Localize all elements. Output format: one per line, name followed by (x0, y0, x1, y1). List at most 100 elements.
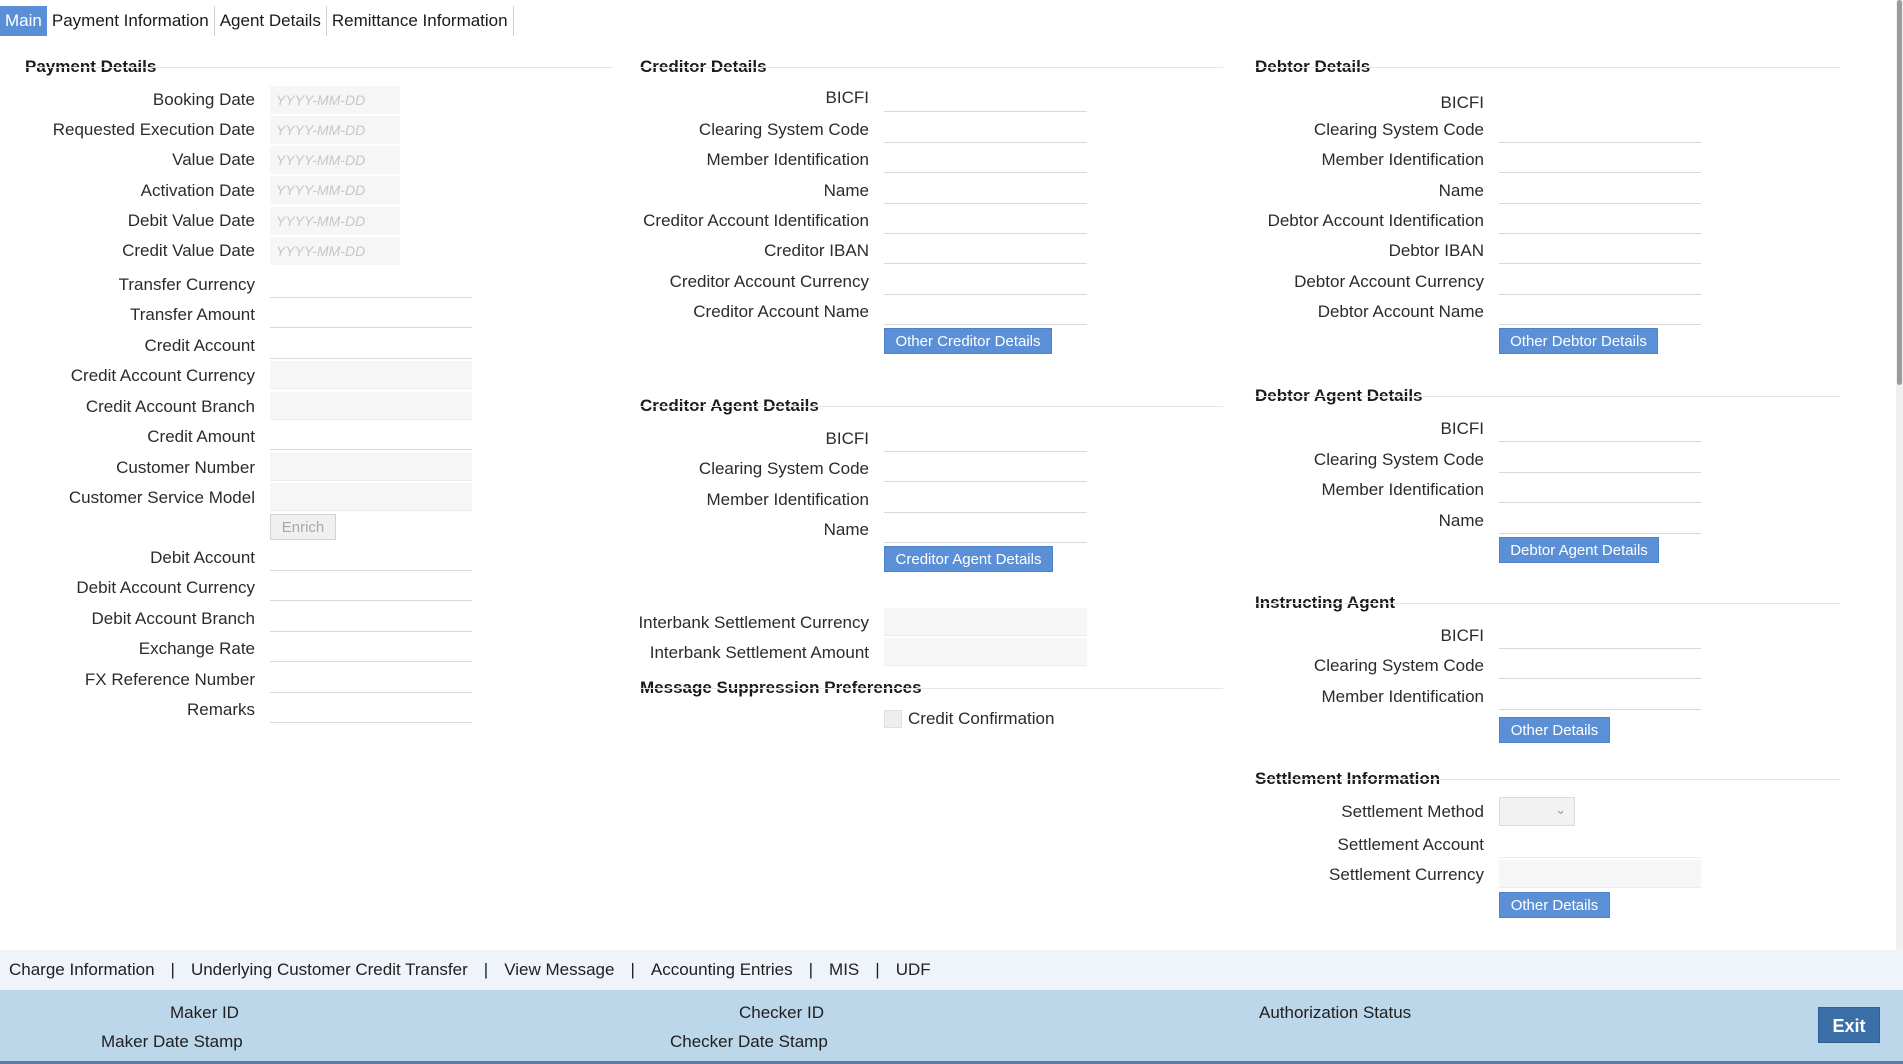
credit-value-date-input[interactable] (270, 237, 400, 265)
settlement-account-input[interactable] (1499, 830, 1701, 858)
debtor-account-identification-label: Debtor Account Identification (1267, 211, 1484, 230)
credit-confirmation-checkbox[interactable] (884, 710, 902, 728)
remarks-input[interactable] (270, 695, 472, 723)
debtor-clearing-system-code-input[interactable] (1499, 115, 1701, 143)
creditor-account-name-input[interactable] (884, 297, 1087, 325)
debtor-bicfi-input[interactable] (1499, 88, 1701, 116)
credit-value-date-label: Credit Value Date (122, 241, 255, 260)
debit-account-branch-label: Debit Account Branch (91, 609, 255, 628)
settlement-other-details-button[interactable]: Other Details (1499, 892, 1610, 918)
debtor-agent-name-input[interactable] (1499, 506, 1701, 534)
interbank-settlement-currency-input[interactable] (884, 608, 1087, 636)
creditor-account-currency-label: Creditor Account Currency (669, 272, 869, 291)
creditor-agent-clearing-system-code-input[interactable] (884, 454, 1087, 482)
credit-account-input[interactable] (270, 331, 472, 359)
activation-date-input[interactable] (270, 176, 400, 204)
debit-account-input[interactable] (270, 543, 472, 571)
instructing-agent-member-identification-input[interactable] (1499, 682, 1701, 710)
creditor-account-identification-label: Creditor Account Identification (643, 211, 869, 230)
creditor-agent-member-identification-label: Member Identification (706, 490, 869, 509)
creditor-bicfi-input[interactable] (884, 84, 1087, 112)
creditor-iban-input[interactable] (884, 236, 1087, 264)
tab-agent-details[interactable]: Agent Details (215, 6, 327, 36)
creditor-bicfi-label: BICFI (825, 88, 869, 107)
interbank-settlement-amount-label: Interbank Settlement Amount (649, 643, 869, 662)
booking-date-input[interactable] (270, 86, 400, 114)
link-separator: | (170, 960, 175, 979)
tab-bar: Main Payment Information Agent Details R… (0, 6, 514, 36)
debtor-agent-bicfi-input[interactable] (1499, 414, 1701, 442)
requested-execution-date-input[interactable] (270, 116, 400, 144)
transfer-amount-input[interactable] (270, 300, 472, 328)
link-separator: | (483, 960, 489, 979)
debtor-account-identification-input[interactable] (1499, 206, 1701, 234)
instructing-agent-other-details-button[interactable]: Other Details (1499, 717, 1610, 743)
debit-account-branch-input[interactable] (270, 604, 472, 632)
exchange-rate-input[interactable] (270, 634, 472, 662)
creditor-clearing-system-code-input[interactable] (884, 115, 1087, 143)
fx-reference-number-input[interactable] (270, 665, 472, 693)
debtor-name-input[interactable] (1499, 176, 1701, 204)
debtor-agent-member-identification-input[interactable] (1499, 475, 1701, 503)
creditor-account-currency-input[interactable] (884, 267, 1087, 295)
vertical-scrollbar[interactable] (1896, 0, 1903, 955)
udf-link[interactable]: UDF (896, 960, 931, 980)
settlement-method-select[interactable]: ⌄ (1499, 797, 1575, 826)
charge-information-link[interactable]: Charge Information (9, 960, 155, 980)
tab-remittance-information[interactable]: Remittance Information (327, 6, 514, 36)
other-debtor-details-button[interactable]: Other Debtor Details (1499, 328, 1658, 354)
transfer-currency-input[interactable] (270, 270, 472, 298)
mis-link[interactable]: MIS (829, 960, 859, 980)
section-divider (1255, 603, 1840, 604)
debtor-member-identification-input[interactable] (1499, 145, 1701, 173)
creditor-member-identification-input[interactable] (884, 145, 1087, 173)
link-separator: | (808, 960, 814, 979)
underlying-customer-credit-transfer-link[interactable]: Underlying Customer Credit Transfer (191, 960, 468, 980)
instructing-agent-clearing-system-code-input[interactable] (1499, 651, 1701, 679)
creditor-agent-name-input[interactable] (884, 515, 1087, 543)
enrich-button[interactable]: Enrich (270, 514, 336, 540)
scrollbar-thumb[interactable] (1897, 0, 1902, 385)
view-message-link[interactable]: View Message (504, 960, 614, 980)
section-divider (640, 406, 1223, 407)
debtor-account-name-input[interactable] (1499, 297, 1701, 325)
debtor-clearing-system-code-label: Clearing System Code (1313, 120, 1484, 139)
credit-account-branch-input[interactable] (270, 392, 472, 420)
exit-button[interactable]: Exit (1818, 1007, 1880, 1043)
creditor-clearing-system-code-label: Clearing System Code (698, 120, 869, 139)
settlement-currency-input[interactable] (1499, 860, 1701, 888)
debtor-agent-details-button[interactable]: Debtor Agent Details (1499, 537, 1659, 563)
section-divider (1255, 779, 1840, 780)
customer-service-model-input[interactable] (270, 483, 472, 511)
exchange-rate-label: Exchange Rate (138, 639, 255, 658)
credit-account-currency-input[interactable] (270, 361, 472, 389)
other-creditor-details-button[interactable]: Other Creditor Details (884, 328, 1052, 354)
requested-execution-date-label: Requested Execution Date (52, 120, 255, 139)
tab-payment-information[interactable]: Payment Information (47, 6, 215, 36)
accounting-entries-link[interactable]: Accounting Entries (651, 960, 793, 980)
tab-main[interactable]: Main (0, 6, 47, 36)
maker-date-stamp-label: Maker Date Stamp (101, 1032, 243, 1051)
instructing-agent-bicfi-input[interactable] (1499, 621, 1701, 649)
creditor-account-identification-input[interactable] (884, 206, 1087, 234)
debtor-iban-input[interactable] (1499, 236, 1701, 264)
audit-footer: Maker ID Maker Date Stamp Checker ID Che… (0, 990, 1903, 1064)
interbank-settlement-amount-input[interactable] (884, 638, 1087, 666)
value-date-input[interactable] (270, 146, 400, 174)
debtor-agent-clearing-system-code-input[interactable] (1499, 445, 1701, 473)
credit-amount-input[interactable] (270, 422, 472, 450)
creditor-agent-bicfi-input[interactable] (884, 424, 1087, 452)
customer-number-input[interactable] (270, 453, 472, 481)
debit-account-currency-label: Debit Account Currency (76, 578, 255, 597)
debit-value-date-input[interactable] (270, 207, 400, 235)
settlement-currency-label: Settlement Currency (1329, 865, 1484, 884)
credit-account-branch-label: Credit Account Branch (85, 397, 255, 416)
debtor-agent-name-label: Name (1438, 511, 1484, 530)
creditor-agent-details-button[interactable]: Creditor Agent Details (884, 546, 1053, 572)
debit-account-currency-input[interactable] (270, 573, 472, 601)
debtor-account-currency-input[interactable] (1499, 267, 1701, 295)
creditor-agent-clearing-system-code-label: Clearing System Code (698, 459, 869, 478)
creditor-agent-member-identification-input[interactable] (884, 485, 1087, 513)
link-separator: | (630, 960, 635, 979)
creditor-name-input[interactable] (884, 176, 1087, 204)
